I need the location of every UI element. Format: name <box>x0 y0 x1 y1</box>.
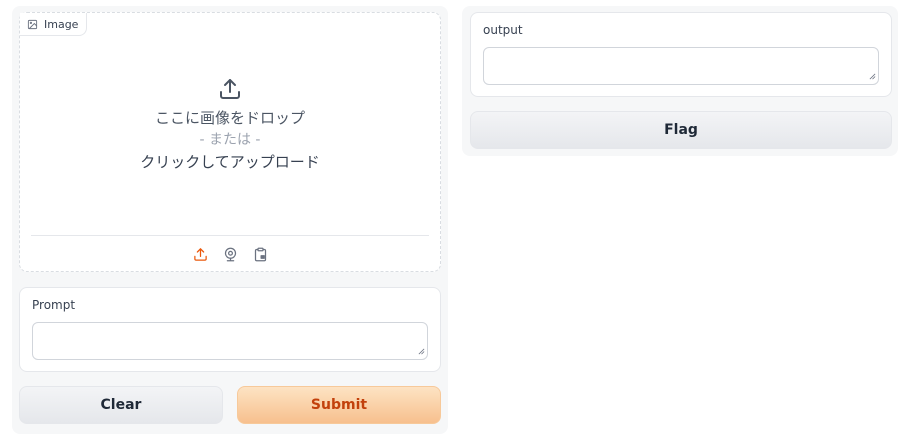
resize-handle-icon[interactable] <box>869 73 876 80</box>
prompt-label: Prompt <box>32 298 76 312</box>
click-to-upload-text: クリックしてアップロード <box>140 153 320 171</box>
source-divider <box>31 235 429 236</box>
output-textbox[interactable] <box>483 47 879 85</box>
prompt-input[interactable] <box>32 322 428 360</box>
input-column: Image ここに画像をドロップ - または - クリックしてアップロード Pr… <box>12 6 448 434</box>
upload-icon[interactable] <box>190 243 210 265</box>
clear-button[interactable]: Clear <box>19 386 223 424</box>
drop-instruction: ここに画像をドロップ <box>154 109 305 127</box>
output-block: output <box>470 12 892 97</box>
image-drop-zone[interactable]: ここに画像をドロップ - または - クリックしてアップロード <box>20 77 440 173</box>
upload-icon <box>20 77 440 101</box>
image-block-label: Image <box>20 13 88 36</box>
flag-button[interactable]: Flag <box>470 111 892 149</box>
submit-button[interactable]: Submit <box>237 386 441 424</box>
clipboard-icon[interactable] <box>250 243 270 265</box>
output-label: output <box>483 23 523 37</box>
image-upload-component[interactable]: Image ここに画像をドロップ - または - クリックしてアップロード <box>19 12 441 272</box>
prompt-block: Prompt <box>19 287 441 372</box>
webcam-icon[interactable] <box>220 243 240 265</box>
resize-handle-icon[interactable] <box>418 348 425 355</box>
output-column: output Flag <box>462 6 898 156</box>
image-label-text: Image <box>44 17 79 31</box>
drop-or-separator: - または - <box>199 132 261 148</box>
source-selector <box>20 243 440 265</box>
image-icon <box>27 19 38 30</box>
